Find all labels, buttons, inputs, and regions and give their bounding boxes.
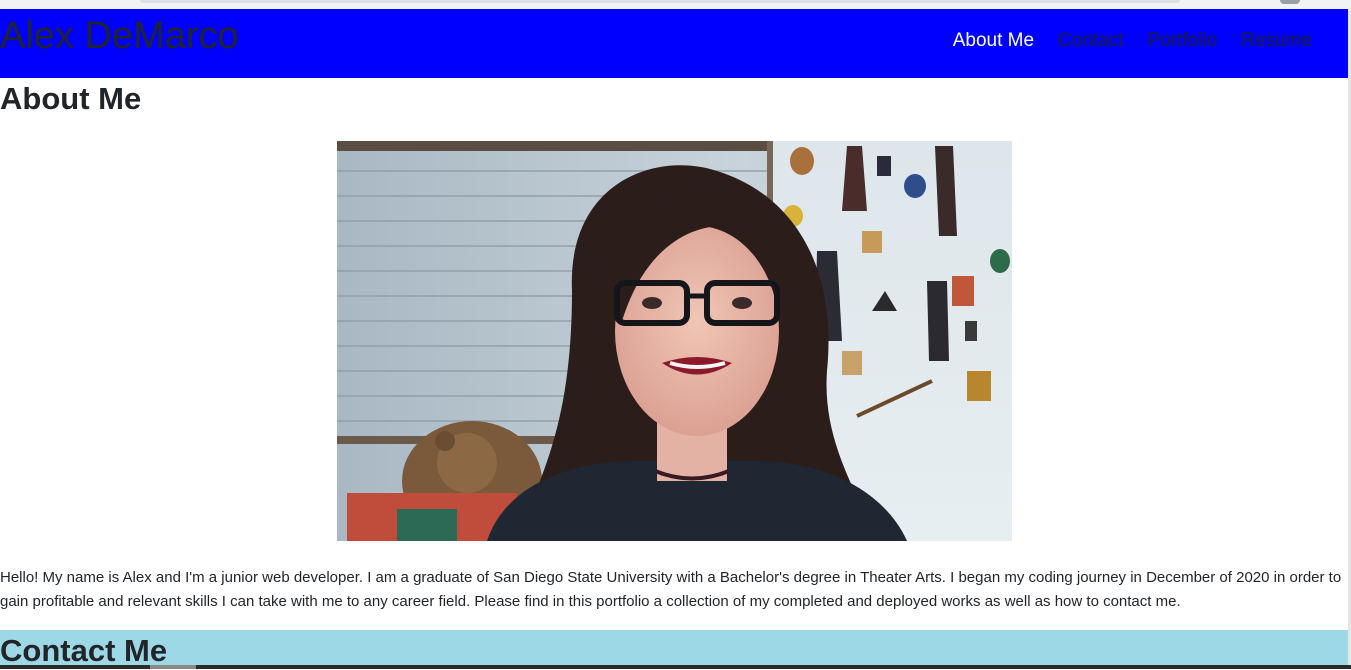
nav-link-portfolio[interactable]: Portfolio [1148, 30, 1218, 51]
profile-icon [1280, 0, 1300, 4]
nav-item-portfolio: Portfolio [1148, 28, 1218, 54]
horizontal-scrollbar[interactable] [0, 665, 1351, 669]
about-paragraph: Hello! My name is Alex and I'm a junior … [0, 569, 1342, 610]
nav-item-about: About Me [953, 28, 1034, 54]
about-heading: About Me [0, 81, 142, 116]
browser-top-strip [0, 0, 1351, 9]
nav-link-contact[interactable]: Contact [1058, 30, 1123, 51]
nav-item-contact: Contact [1058, 28, 1123, 54]
address-bar-edge [140, 0, 1180, 3]
nav-links: About Me Contact Portfolio Resume [953, 28, 1312, 54]
portrait-photo [337, 141, 1012, 541]
brand-title[interactable]: Alex DeMarco [0, 13, 239, 59]
nav-link-resume[interactable]: Resume [1241, 30, 1312, 51]
nav-item-resume: Resume [1241, 28, 1312, 54]
nav-link-about-me[interactable]: About Me [953, 30, 1034, 51]
scrollbar-thumb[interactable] [150, 665, 196, 669]
navbar: Alex DeMarco About Me Contact Portfolio … [0, 9, 1348, 78]
contact-section: Contact Me [0, 630, 1348, 668]
